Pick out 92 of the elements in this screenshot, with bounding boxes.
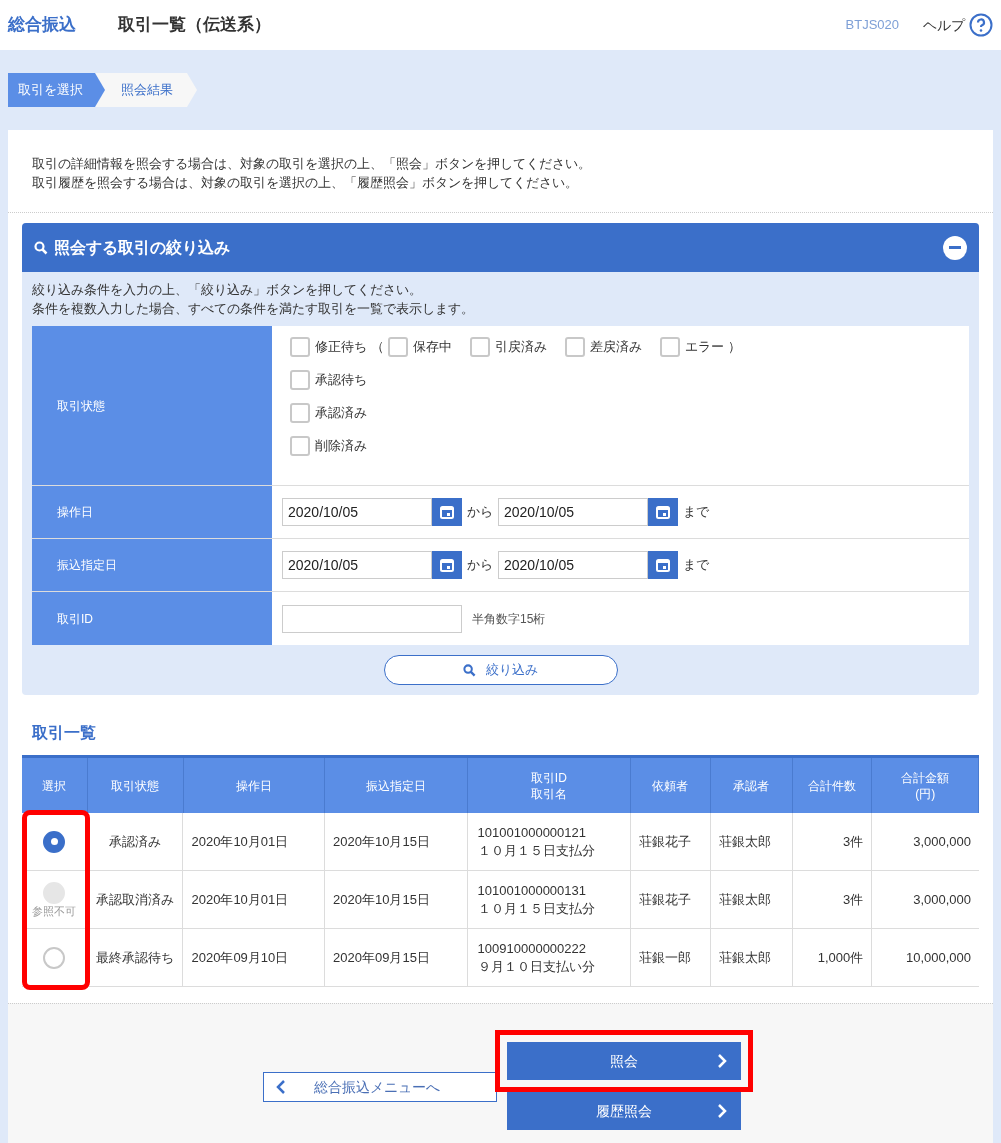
table-cell: 2020年10月15日 [325,871,468,928]
bracket-text: （ [371,338,384,357]
table-cell: 3件 [792,813,873,870]
action-button[interactable]: 照会 [507,1042,741,1080]
range-text: まで [683,556,709,575]
table-cell: 2020年10月01日 [183,871,325,928]
checkbox[interactable] [388,337,408,357]
calendar-button[interactable] [432,498,462,526]
bracket-text: ） [728,338,741,357]
date-field[interactable]: 2020/10/05 [498,551,648,579]
panel-title: 照会する取引の絞り込み [54,237,230,258]
table-cell: 荘銀花子 [631,813,711,870]
date-field[interactable]: 2020/10/05 [498,498,648,526]
table-cell-text: 3,000,000 [912,832,972,851]
table-cell: 荘銀一郎 [631,929,711,986]
date-field[interactable]: 2020/10/05 [282,551,432,579]
search-icon [463,663,476,677]
checkbox-label: エラー [685,338,724,357]
table-cell: 2020年09月15日 [325,929,468,986]
chevron-right-icon [717,1103,727,1119]
table-cell: 荘銀太郎 [710,929,793,986]
chevron-right-icon [717,1053,727,1069]
checkbox[interactable] [290,436,310,456]
instruction-text: 取引の詳細情報を照会する場合は、対象の取引を選択の上、「照会」ボタンを押してください。 [32,155,592,173]
instruction-text: 絞り込み条件を入力の上、「絞り込み」ボタンを押してください。 [32,281,423,299]
table-cell: ９月１０日支払い分 [477,957,595,976]
checkbox[interactable] [290,370,310,390]
calendar-button[interactable] [648,498,678,526]
row-label: 振込指定日 [32,539,272,591]
screen-id: BTJS020 [845,16,899,35]
table-cell: 101001000000131 [477,881,586,900]
id-field[interactable] [282,604,462,633]
action-button[interactable]: 履歴照会 [507,1092,741,1130]
range-text: から [467,503,493,522]
range-text: から [467,556,493,575]
table-cell: 101001000000121 [477,823,586,842]
table-cell: 2020年10月15日 [325,813,468,870]
unavailable-label: 参照不可 [32,904,77,918]
table-cell-text: 3,000,000 [912,890,972,909]
chevron-left-icon [276,1079,286,1095]
table-cell: １０月１５日支払分 [477,899,595,918]
checkbox-label: 修正待ち [315,338,367,357]
checkbox-label: 引戻済み [495,338,547,357]
collapse-button[interactable] [943,235,967,260]
back-button[interactable]: 総合振込メニューへ [263,1072,497,1102]
table-cell-text: 10,000,000 [904,948,972,967]
checkbox[interactable] [290,403,310,423]
table-cell: 承認済み [87,813,184,870]
radio-button[interactable] [43,830,66,853]
calendar-icon [656,505,670,519]
table-cell: １０月１５日支払分 [477,841,595,860]
table-cell: 荘銀花子 [631,871,711,928]
search-icon [34,240,48,255]
radio-button[interactable] [43,946,66,969]
table-cell: 最終承認待ち [87,929,184,986]
checkbox-label: 承認待ち [315,371,367,390]
checkbox-label: 削除済み [315,437,367,456]
checkbox[interactable] [290,337,310,357]
row-label: 取引状態 [32,326,272,485]
table-cell: 荘銀太郎 [710,813,793,870]
filter-button[interactable]: 絞り込み [383,655,618,685]
calendar-icon [440,505,454,519]
row-label: 操作日 [32,486,272,538]
instruction-text: 取引履歴を照会する場合は、対象の取引を選択の上、「履歴照会」ボタンを押してください。 [32,174,579,192]
checkbox-label: 差戻済み [590,338,642,357]
table-cell: 2020年10月01日 [183,813,325,870]
section-heading: 取引一覧 [32,723,97,743]
checkbox-label: 保存中 [413,338,452,357]
row-label: 取引ID [32,592,272,645]
page-title: 取引一覧（伝送系） [118,14,271,37]
date-field[interactable]: 2020/10/05 [282,498,432,526]
hint-text: 半角数字15桁 [472,610,546,628]
checkbox-label: 承認済み [315,404,367,423]
checkbox[interactable] [660,337,680,357]
section-title: 総合振込 [8,14,77,37]
calendar-icon [440,558,454,572]
table-cell: 3件 [792,871,873,928]
calendar-button[interactable] [432,551,462,579]
column-header: 選択 [22,758,88,813]
table-cell: 1,000件 [792,929,873,986]
table-cell: 荘銀太郎 [710,871,793,928]
help-icon [969,13,993,37]
table-cell: 承認取消済み [87,871,184,928]
instruction-text: 条件を複数入力した場合、すべての条件を満たす取引を一覧で表示します。 [32,300,475,318]
table-cell: 2020年09月10日 [183,929,325,986]
calendar-icon [656,558,670,572]
checkbox[interactable] [470,337,490,357]
help-link[interactable]: ヘルプ [923,13,993,37]
range-text: まで [683,503,709,522]
checkbox[interactable] [565,337,585,357]
calendar-button[interactable] [648,551,678,579]
table-cell: 100910000000222 [477,939,586,958]
